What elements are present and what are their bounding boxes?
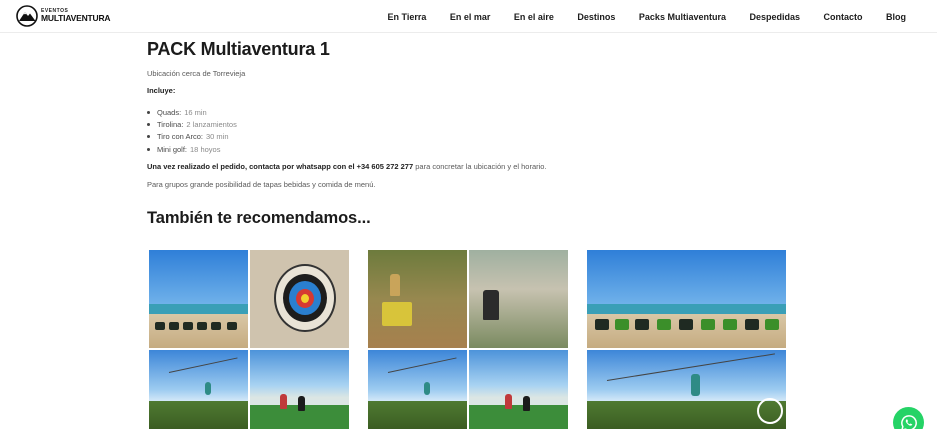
mountain-logo-icon bbox=[16, 5, 38, 27]
nav-blog[interactable]: Blog bbox=[886, 12, 906, 22]
bullet-icon bbox=[147, 110, 150, 114]
quads-beach-photo bbox=[149, 250, 248, 348]
recommendations-title: También te recomendamos... bbox=[147, 209, 371, 227]
nav-en-el-aire[interactable]: En el aire bbox=[514, 12, 554, 22]
whatsapp-button[interactable] bbox=[893, 407, 924, 429]
nav-packs-multiaventura[interactable]: Packs Multiaventura bbox=[639, 12, 726, 22]
groups-text: Para grupos grande posibilidad de tapas … bbox=[147, 180, 376, 189]
whatsapp-bold-text: Una vez realizado el pedido, contacta po… bbox=[147, 162, 414, 171]
site-header: EVENTOS MULTIAVENTURA En Tierra En el ma… bbox=[0, 0, 937, 33]
archery-shooter-photo bbox=[469, 250, 568, 348]
recommended-pack-card[interactable] bbox=[368, 250, 569, 429]
nav-despedidas[interactable]: Despedidas bbox=[749, 12, 800, 22]
bullet-icon bbox=[147, 147, 150, 151]
zipline-photo bbox=[149, 350, 248, 429]
nav-destinos[interactable]: Destinos bbox=[577, 12, 615, 22]
bullet-icon bbox=[147, 123, 150, 127]
zipline-photo bbox=[368, 350, 467, 429]
zipline-photo bbox=[587, 350, 786, 429]
whatsapp-rest-text: para concretar la ubicación y el horario… bbox=[413, 162, 547, 171]
list-item: Tiro con Arco: 30 min bbox=[147, 131, 237, 143]
whatsapp-icon bbox=[900, 414, 917, 429]
quads-beach-photo bbox=[587, 250, 786, 348]
bullet-icon bbox=[147, 135, 150, 139]
nav-en-tierra[interactable]: En Tierra bbox=[387, 12, 426, 22]
logo-big-text: MULTIAVENTURA bbox=[41, 13, 111, 24]
archery-target-photo bbox=[250, 250, 349, 348]
main-nav: En Tierra En el mar En el aire Destinos … bbox=[364, 0, 906, 33]
whatsapp-instructions: Una vez realizado el pedido, contacta po… bbox=[147, 162, 547, 171]
recommended-pack-card[interactable] bbox=[149, 250, 350, 429]
product-description: PACK Multiaventura 1 Ubicación cerca de … bbox=[147, 39, 787, 227]
page-title: PACK Multiaventura 1 bbox=[147, 39, 330, 59]
list-item: Tirolina: 2 lanzamientos bbox=[147, 118, 237, 130]
includes-list: Quads: 16 min Tirolina: 2 lanzamientos Tir… bbox=[147, 106, 237, 156]
site-logo[interactable]: EVENTOS MULTIAVENTURA bbox=[16, 5, 111, 27]
includes-label: Incluye: bbox=[147, 86, 176, 95]
nav-en-el-mar[interactable]: En el mar bbox=[450, 12, 491, 22]
minigolf-photo bbox=[469, 350, 568, 429]
minigolf-photo bbox=[250, 350, 349, 429]
list-item: Quads: 16 min bbox=[147, 106, 237, 118]
location-text: Ubicación cerca de Torrevieja bbox=[147, 69, 246, 78]
nav-contacto[interactable]: Contacto bbox=[824, 12, 863, 22]
list-item: Mini golf: 18 hoyos bbox=[147, 143, 237, 155]
quad-rider-photo bbox=[368, 250, 467, 348]
recommended-pack-card[interactable] bbox=[587, 250, 788, 429]
